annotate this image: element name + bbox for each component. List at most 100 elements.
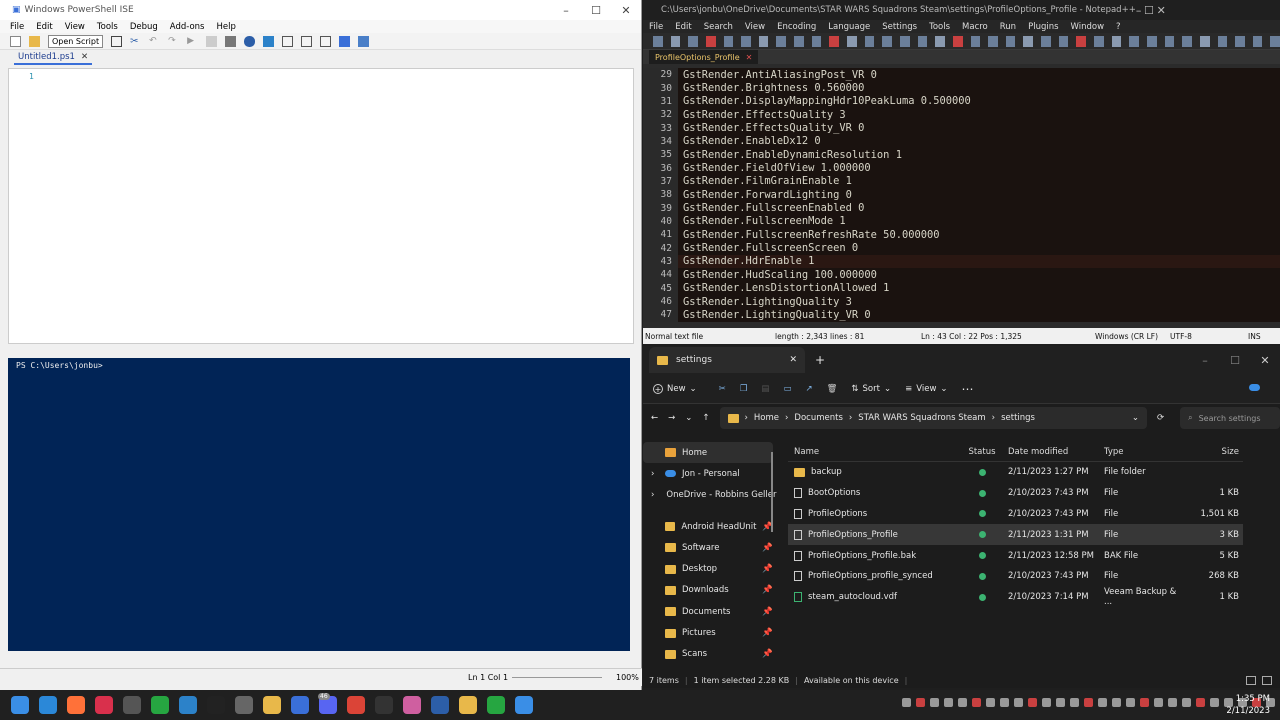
cut-icon[interactable]: ✂ <box>719 384 726 394</box>
npp-toolbar-icon[interactable] <box>952 35 963 47</box>
file-row[interactable]: backup 2/11/2023 1:27 PM File folder <box>788 462 1243 483</box>
breadcrumb-home[interactable]: Home <box>754 413 779 423</box>
npp-toolbar-icon[interactable] <box>811 35 822 47</box>
menu-search[interactable]: Search <box>704 22 733 32</box>
chevron-right-icon[interactable]: › <box>651 469 659 479</box>
npp-toolbar-icon[interactable] <box>741 35 751 47</box>
tray-icon[interactable] <box>1042 698 1051 707</box>
column-size[interactable]: Size <box>1184 447 1239 457</box>
npp-toolbar-icon[interactable] <box>1217 35 1228 47</box>
onedrive-icon[interactable] <box>1249 383 1260 394</box>
tray-icon[interactable] <box>930 698 939 707</box>
npp-toolbar-icon[interactable] <box>1076 35 1087 47</box>
back-icon[interactable]: ← <box>651 413 658 423</box>
npp-toolbar-icon[interactable] <box>1129 35 1139 47</box>
menu-window[interactable]: Window <box>1071 22 1105 32</box>
rename-icon[interactable]: ▭ <box>783 384 791 394</box>
share-icon[interactable]: ↗ <box>805 384 812 394</box>
console-icon[interactable] <box>263 35 275 47</box>
layout-top-icon[interactable] <box>282 35 294 47</box>
terminal-icon[interactable] <box>207 696 225 714</box>
npp-toolbar-icon[interactable] <box>935 35 945 47</box>
up-icon[interactable]: ↑ <box>702 413 709 423</box>
tray-icon[interactable] <box>1098 698 1107 707</box>
menu-add-ons[interactable]: Add-ons <box>170 22 205 32</box>
npp-toolbar-icon[interactable] <box>899 35 910 47</box>
sort-button[interactable]: ⇅ Sort ⌄ <box>851 384 891 394</box>
tray-icon[interactable] <box>1210 698 1219 707</box>
run-selection-icon[interactable] <box>206 35 218 47</box>
tiles-view-icon[interactable] <box>1262 675 1272 685</box>
new-button[interactable]: + New ⌄ <box>653 383 697 394</box>
addon-icon[interactable] <box>358 35 370 47</box>
hulu-icon[interactable] <box>151 696 169 714</box>
maximize-icon[interactable]: ☐ <box>581 4 611 17</box>
menu-edit[interactable]: Edit <box>675 22 691 32</box>
menu-tools[interactable]: Tools <box>97 22 118 32</box>
npp-toolbar-icon[interactable] <box>670 35 681 47</box>
close-tab-icon[interactable]: ✕ <box>81 52 88 62</box>
close-icon[interactable]: ✕ <box>1250 354 1280 367</box>
view-button[interactable]: ≡ View ⌄ <box>905 384 947 394</box>
tray-icon[interactable] <box>916 698 925 707</box>
npp-toolbar-icon[interactable] <box>970 35 981 47</box>
npp-toolbar-icon[interactable] <box>723 35 734 47</box>
details-view-icon[interactable] <box>1246 675 1256 685</box>
menu-file[interactable]: File <box>649 22 663 32</box>
tray-icon[interactable] <box>986 698 995 707</box>
steam-icon[interactable] <box>123 696 141 714</box>
menu-file[interactable]: File <box>10 22 24 32</box>
menu-plugins[interactable]: Plugins <box>1028 22 1058 32</box>
tray-icon[interactable] <box>1140 698 1149 707</box>
npp-toolbar-icon[interactable] <box>1199 35 1210 47</box>
vivaldi-icon[interactable] <box>95 696 113 714</box>
close-icon[interactable]: ✕ <box>1157 4 1166 17</box>
open-script-icon[interactable] <box>29 35 40 47</box>
tray-icon[interactable] <box>1056 698 1065 707</box>
column-name[interactable]: Name <box>788 447 956 457</box>
file-row[interactable]: ProfileOptions_profile_synced 2/10/2023 7… <box>788 566 1243 587</box>
tray-icon[interactable] <box>944 698 953 707</box>
script-editor[interactable]: 1 <box>8 68 634 344</box>
chrome-icon[interactable] <box>347 696 365 714</box>
npp-toolbar-icon[interactable] <box>705 35 716 47</box>
tab-profileoptions-profile[interactable]: ProfileOptions_Profile ✕ <box>649 50 759 64</box>
menu-view[interactable]: View <box>65 22 85 32</box>
column-type[interactable]: Type <box>1104 447 1184 457</box>
column-status[interactable]: Status <box>956 447 1008 457</box>
nav-item-scans[interactable]: Scans 📌 <box>643 644 773 665</box>
nav-scrollbar[interactable] <box>771 452 773 532</box>
nav-item-desktop[interactable]: Desktop 📌 <box>643 558 773 579</box>
npp-toolbar-icon[interactable] <box>988 35 998 47</box>
address-bar[interactable]: › Home › Documents › STAR WARS Squadrons Stea… <box>719 407 1147 429</box>
npp-toolbar-icon[interactable] <box>829 35 840 47</box>
tray-icon[interactable] <box>1126 698 1135 707</box>
npp-toolbar-icon[interactable] <box>1041 35 1051 47</box>
tray-icon[interactable] <box>1154 698 1163 707</box>
minimize-icon[interactable]: – <box>1190 354 1220 367</box>
start-icon[interactable] <box>11 696 29 714</box>
run-icon[interactable]: ▶ <box>187 36 198 47</box>
close-icon[interactable]: ✕ <box>611 4 641 17</box>
maximize-icon[interactable]: ☐ <box>1220 354 1250 367</box>
menu-view[interactable]: View <box>745 22 765 32</box>
tray-icon[interactable] <box>1112 698 1121 707</box>
zoom-slider[interactable] <box>512 677 602 678</box>
show-commands-icon[interactable] <box>339 35 351 47</box>
npp-toolbar-icon[interactable] <box>776 35 787 47</box>
clear-icon[interactable] <box>111 35 123 47</box>
vpn-icon[interactable] <box>431 696 449 714</box>
npp-toolbar-icon[interactable] <box>653 35 663 47</box>
tray-icon[interactable] <box>1000 698 1009 707</box>
column-date-modified[interactable]: Date modified <box>1008 447 1104 457</box>
tab-settings[interactable]: settings ✕ <box>649 347 805 373</box>
npp-toolbar-icon[interactable] <box>1270 35 1280 47</box>
npp-toolbar-icon[interactable] <box>1005 35 1016 47</box>
nav-item-documents[interactable]: Documents 📌 <box>643 601 773 622</box>
menu-tools[interactable]: Tools <box>929 22 950 32</box>
maximize-icon[interactable]: ☐ <box>1144 4 1154 17</box>
redo-icon[interactable]: ↷ <box>168 36 179 47</box>
file-row[interactable]: steam_autocloud.vdf 2/10/2023 7:14 PM Veea… <box>788 587 1243 608</box>
breadcrumb-settings[interactable]: settings <box>1001 413 1035 423</box>
menu-help[interactable]: Help <box>216 22 235 32</box>
